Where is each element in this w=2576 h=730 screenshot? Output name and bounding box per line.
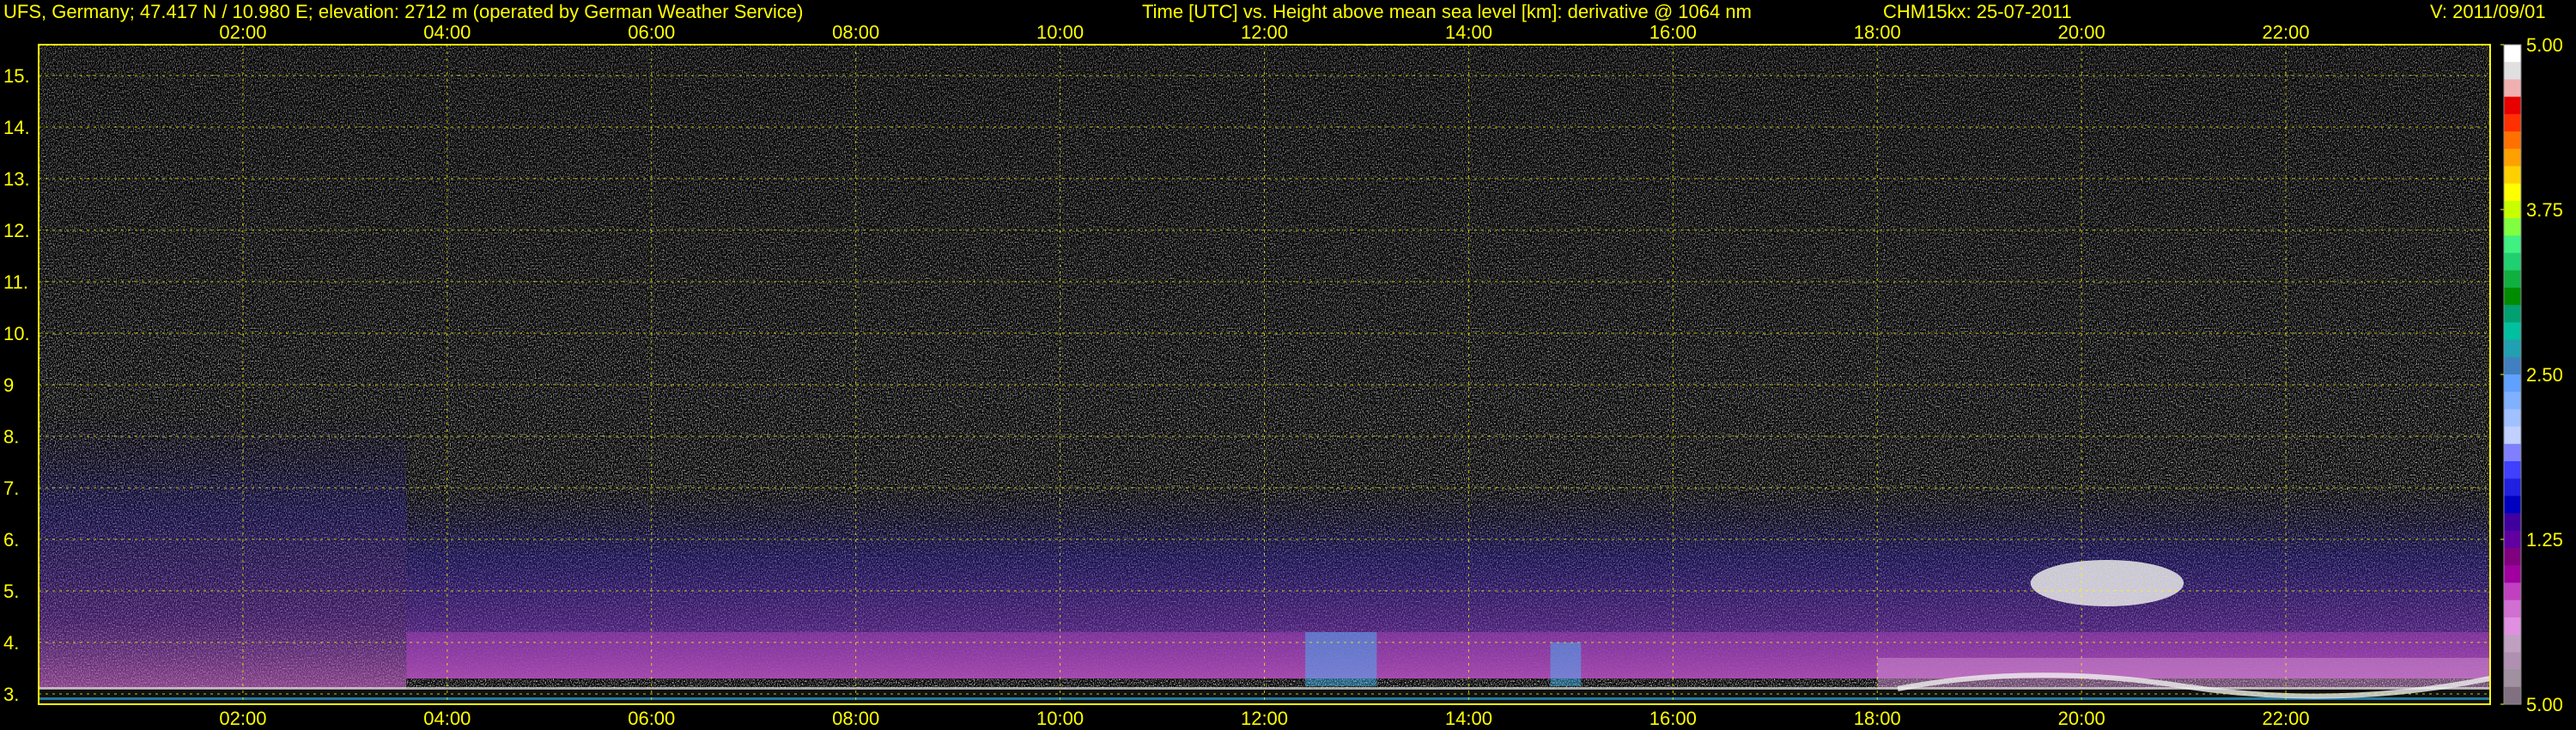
colorbar-swatch <box>2504 113 2521 132</box>
colorbar-swatch <box>2504 287 2521 306</box>
colorbar-swatch <box>2504 548 2521 566</box>
night-haze <box>39 411 407 689</box>
y-tick-label: 9 <box>3 374 14 396</box>
cloud-20-00 <box>2030 560 2184 606</box>
colorbar-swatch <box>2504 686 2521 705</box>
colorbar-swatch <box>2504 374 2521 392</box>
colorbar-swatch <box>2504 496 2521 514</box>
x-tick-label: 18:00 <box>1854 21 1901 43</box>
colorbar-swatch <box>2504 669 2521 688</box>
x-tick-label: 04:00 <box>423 708 471 729</box>
colorbar-label: 2.50 <box>2526 364 2563 386</box>
y-tick-label: 11. <box>3 271 28 293</box>
boundary-layer-top <box>39 687 2490 690</box>
x-tick-label: 22:00 <box>2263 21 2310 43</box>
colorbar-swatch <box>2504 513 2521 532</box>
x-tick-label: 22:00 <box>2263 708 2310 729</box>
y-tick-label: 8. <box>3 426 19 447</box>
x-tick-label: 10:00 <box>1036 708 1084 729</box>
colorbar-swatch <box>2504 79 2521 98</box>
x-axis-top: 02:00 04:00 06:00 08:00 10:00 12:00 14:00 16:00… <box>219 21 2309 43</box>
y-tick-label: 15. <box>3 65 30 87</box>
x-tick-label: 06:00 <box>628 708 675 729</box>
x-tick-label: 16:00 <box>1649 21 1697 43</box>
colorbar-swatch <box>2504 565 2521 584</box>
x-tick-label: 14:00 <box>1445 21 1492 43</box>
colorbar-label: 5.00 <box>2526 694 2563 715</box>
y-tick-label: 14. <box>3 117 30 138</box>
colorbar-swatch <box>2504 218 2521 236</box>
x-tick-label: 12:00 <box>1241 21 1288 43</box>
colorbar-label: 3.75 <box>2526 199 2563 221</box>
y-tick-label: 12. <box>3 220 30 241</box>
colorbar-swatch <box>2504 322 2521 341</box>
colorbar-swatch <box>2504 166 2521 185</box>
colorbar-swatch <box>2504 635 2521 653</box>
x-tick-label: 04:00 <box>423 21 471 43</box>
x-tick-label: 12:00 <box>1241 708 1288 729</box>
y-axis: 3. 4. 5. 6. 7. 8. 9 10. 11. 12. 13. 14. 15. <box>3 65 30 705</box>
colorbar-swatch <box>2504 392 2521 411</box>
y-tick-label: 7. <box>3 478 19 499</box>
colorbar-swatch <box>2504 478 2521 497</box>
colorbar-swatch <box>2504 652 2521 671</box>
x-tick-label: 20:00 <box>2058 21 2105 43</box>
y-tick-label: 13. <box>3 168 30 190</box>
x-tick-label: 02:00 <box>219 708 266 729</box>
colorbar-swatch <box>2504 599 2521 618</box>
colorbar-swatch <box>2504 235 2521 254</box>
x-tick-label: 16:00 <box>1649 708 1697 729</box>
colorbar-swatch <box>2504 582 2521 601</box>
colorbar-swatch <box>2504 426 2521 445</box>
x-tick-label: 18:00 <box>1854 708 1901 729</box>
colorbar-swatch <box>2504 200 2521 219</box>
x-tick-label: 06:00 <box>628 21 675 43</box>
colorbar-swatch <box>2504 96 2521 115</box>
colorbar-swatch <box>2504 149 2521 167</box>
colorbar-swatch <box>2504 45 2521 63</box>
colorbar-label: 5.00 <box>2526 34 2563 56</box>
cloud-14-50 <box>1550 642 1582 686</box>
colorbar-swatch <box>2504 443 2521 462</box>
y-tick-label: 5. <box>3 581 19 602</box>
colorbar-swatch <box>2504 62 2521 81</box>
colorbar-swatch <box>2504 339 2521 358</box>
x-tick-label: 02:00 <box>219 21 266 43</box>
x-tick-label: 08:00 <box>832 708 879 729</box>
ceilometer-plot: 02:00 04:00 06:00 08:00 10:00 12:00 14:00 16:00… <box>3 21 2563 729</box>
y-tick-label: 3. <box>3 684 19 705</box>
x-tick-label: 20:00 <box>2058 708 2105 729</box>
colorbar-swatch <box>2504 356 2521 375</box>
colorbar-swatch <box>2504 183 2521 202</box>
colorbar-swatch <box>2504 461 2521 479</box>
x-tick-label: 08:00 <box>832 21 879 43</box>
colorbar-swatch <box>2504 252 2521 271</box>
colorbar: 5.00 3.75 2.50 1.25 5.00 <box>2500 34 2563 715</box>
y-tick-label: 10. <box>3 323 30 344</box>
x-tick-label: 14:00 <box>1445 708 1492 729</box>
cloud-12-30 <box>1305 632 1377 686</box>
colorbar-swatch <box>2504 305 2521 323</box>
y-tick-label: 6. <box>3 529 19 551</box>
colorbar-label: 1.25 <box>2526 529 2563 551</box>
colorbar-swatch <box>2504 530 2521 549</box>
colorbar-swatch <box>2504 131 2521 149</box>
x-tick-label: 10:00 <box>1036 21 1084 43</box>
y-tick-label: 4. <box>3 632 19 654</box>
colorbar-swatch <box>2504 617 2521 636</box>
colorbar-swatch <box>2504 409 2521 428</box>
colorbar-swatch <box>2504 270 2521 289</box>
x-axis-bottom: 02:00 04:00 06:00 08:00 10:00 12:00 14:00 16:00… <box>219 708 2309 729</box>
